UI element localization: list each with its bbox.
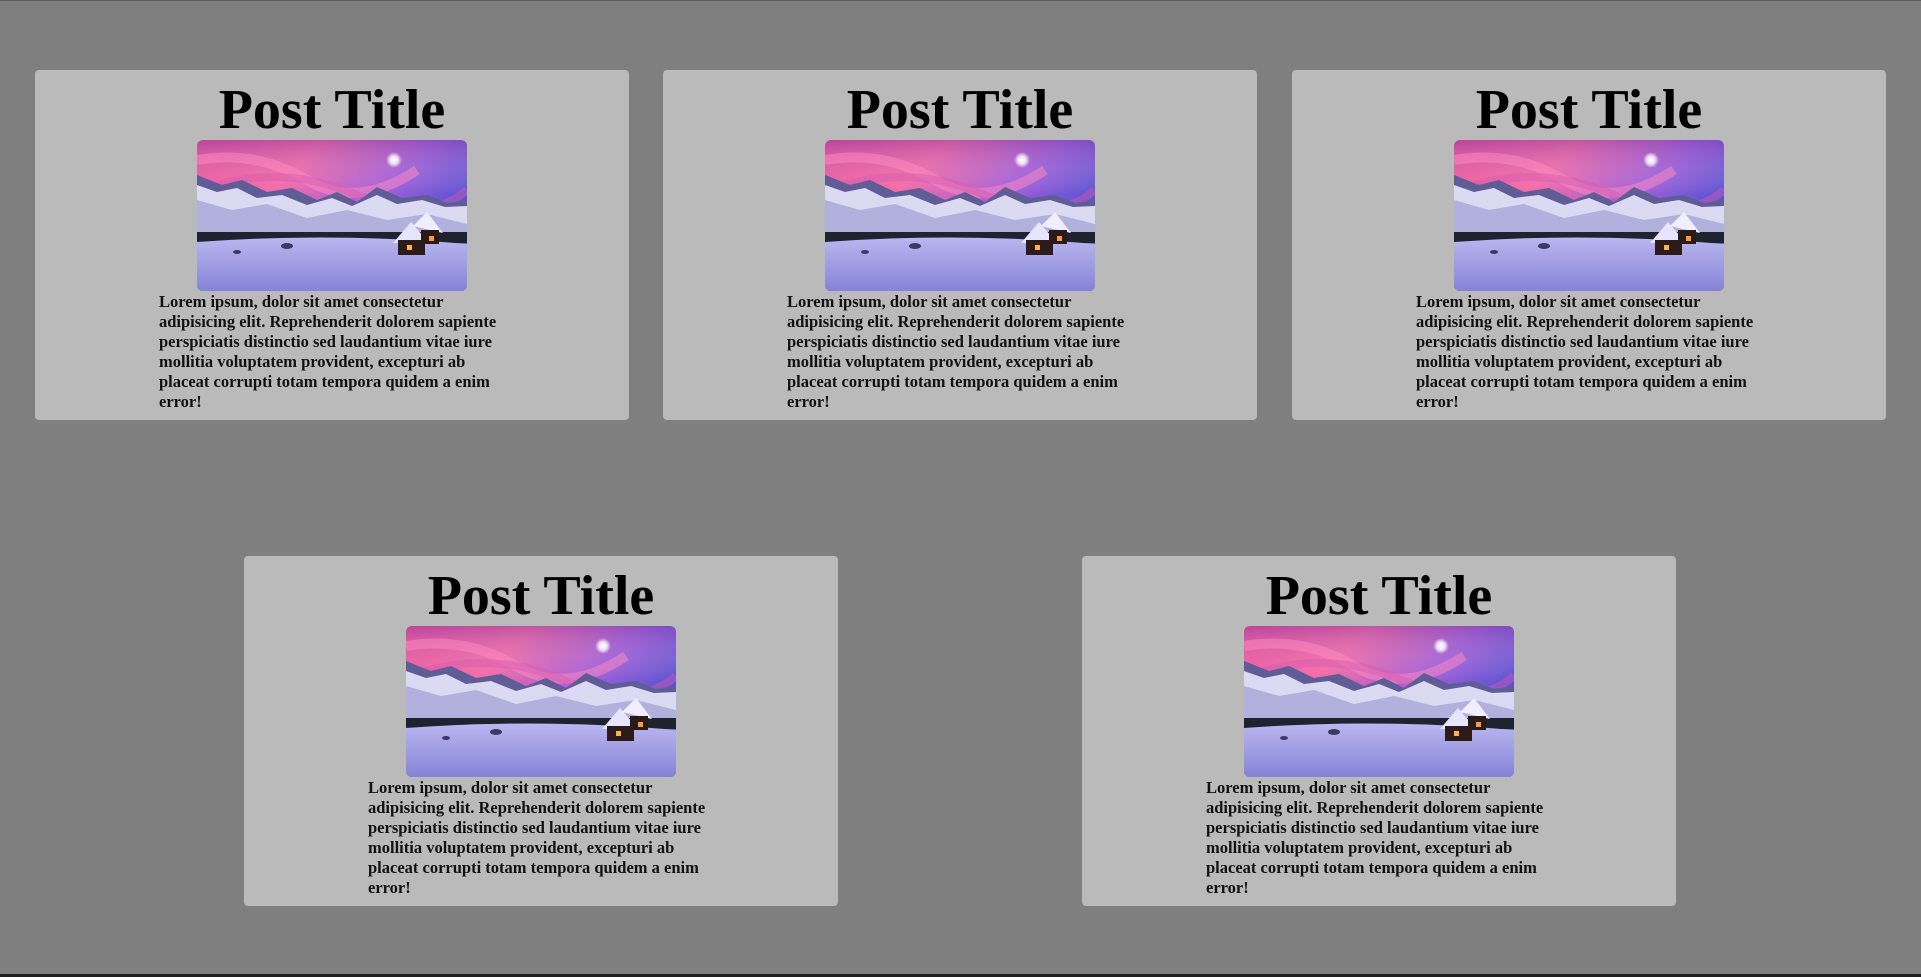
mountain-landscape-image (197, 140, 467, 291)
post-image (197, 140, 467, 291)
post-title: Post Title (1265, 565, 1493, 627)
post-body: Lorem ipsum, dolor sit amet consectetur … (787, 292, 1125, 411)
post-image (406, 626, 676, 777)
mountain-landscape-image (1454, 140, 1724, 291)
post-image (1244, 626, 1514, 777)
post-card: Post Title Lorem ipsum, dolor sit amet c… (1082, 556, 1676, 906)
post-body: Lorem ipsum, dolor sit amet consectetur … (159, 292, 497, 411)
post-body: Lorem ipsum, dolor sit amet consectetur … (1416, 292, 1754, 411)
post-body: Lorem ipsum, dolor sit amet consectetur … (1206, 778, 1544, 897)
post-card: Post Title Lorem ipsum, dolor sit amet c… (35, 70, 629, 420)
post-title: Post Title (1475, 79, 1703, 141)
mountain-landscape-image (825, 140, 1095, 291)
post-body: Lorem ipsum, dolor sit amet consectetur … (368, 778, 706, 897)
post-card: Post Title Lorem ipsum, dolor sit amet c… (663, 70, 1257, 420)
mountain-landscape-image (1244, 626, 1514, 777)
mountain-landscape-image (406, 626, 676, 777)
post-card: Post Title Lorem ipsum, dolor sit amet c… (1292, 70, 1886, 420)
post-title: Post Title (846, 79, 1074, 141)
post-card: Post Title Lorem ipsum, dolor sit amet c… (244, 556, 838, 906)
post-image (1454, 140, 1724, 291)
post-title: Post Title (427, 565, 655, 627)
post-image (825, 140, 1095, 291)
page: Post Title Lorem ipsum, dolor sit amet c… (0, 0, 1921, 977)
post-title: Post Title (218, 79, 446, 141)
